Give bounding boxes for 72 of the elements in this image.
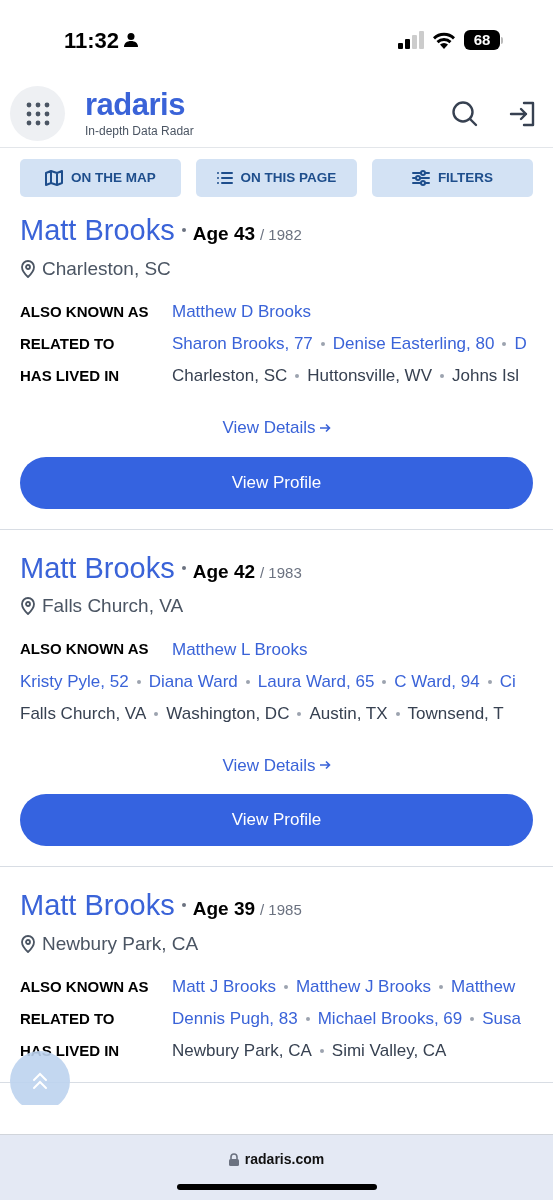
- birth-year: / 1983: [260, 562, 302, 583]
- toolbar-button[interactable]: FILTERS: [372, 159, 533, 197]
- link[interactable]: Michael Brooks, 69: [317, 1008, 463, 1030]
- field-value: Washington, DC: [166, 702, 290, 725]
- link[interactable]: Matthew L Brooks: [172, 638, 308, 661]
- person-name[interactable]: Matt Brooks: [20, 887, 175, 923]
- signal-icon: [398, 31, 424, 49]
- map-icon: [45, 170, 64, 186]
- sign-in-icon[interactable]: [509, 99, 537, 128]
- link[interactable]: Susa: [482, 1008, 522, 1030]
- wifi-icon: [432, 31, 456, 49]
- location-pin-icon: [20, 597, 36, 616]
- person-location: Falls Church, VA: [42, 594, 184, 618]
- url-text: radaris.com: [244, 1150, 325, 1169]
- link[interactable]: Dennis Pugh, 83: [172, 1008, 298, 1030]
- logo-tagline: In-depth Data Radar: [85, 122, 194, 139]
- lock-icon: [228, 1153, 239, 1166]
- link[interactable]: C Ward, 94: [394, 670, 480, 693]
- link[interactable]: Kristy Pyle, 52: [20, 670, 129, 693]
- link[interactable]: Matthew: [451, 976, 516, 998]
- person-location: Newbury Park, CA: [42, 931, 199, 956]
- sliders-icon: [411, 170, 430, 186]
- field-value: Falls Church, VA: [20, 702, 147, 725]
- grid-dots-icon: [25, 101, 50, 126]
- field-label: ALSO KNOWN AS: [20, 639, 150, 660]
- field-value: Newbury Park, CA: [172, 1040, 312, 1062]
- person-name[interactable]: Matt Brooks: [20, 549, 175, 586]
- link[interactable]: D: [514, 333, 527, 355]
- field-value: Johns Isl: [452, 365, 520, 387]
- search-icon[interactable]: [451, 99, 479, 128]
- field-value: Huttonsville, WV: [307, 365, 432, 387]
- arrow-right-icon: [319, 422, 331, 433]
- link[interactable]: Matthew D Brooks: [172, 301, 311, 323]
- battery-level: 68: [464, 30, 500, 50]
- person-age: Age 39: [192, 897, 256, 921]
- person-location: Charleston, SC: [42, 256, 171, 281]
- toolbar-button[interactable]: ON THIS PAGE: [196, 159, 357, 197]
- logo-text[interactable]: radaris: [85, 88, 194, 121]
- link[interactable]: Matt J Brooks: [172, 976, 276, 998]
- view-profile-button[interactable]: View Profile: [20, 456, 533, 509]
- field-value: Austin, TX: [309, 702, 388, 725]
- link[interactable]: Matthew J Brooks: [295, 976, 432, 998]
- view-profile-button[interactable]: View Profile: [20, 794, 533, 846]
- field-label: ALSO KNOWN AS: [20, 976, 150, 997]
- birth-year: / 1985: [260, 900, 302, 920]
- arrow-right-icon: [319, 760, 331, 771]
- link[interactable]: Denise Easterling, 80: [332, 333, 495, 355]
- location-pin-icon: [20, 259, 36, 278]
- field-label: ALSO KNOWN AS: [20, 301, 150, 322]
- person-name[interactable]: Matt Brooks: [20, 212, 175, 248]
- toolbar-button[interactable]: ON THE MAP: [20, 159, 181, 197]
- person-age: Age 43: [192, 222, 256, 246]
- field-label: RELATED TO: [20, 1008, 116, 1029]
- field-value: Charleston, SC: [172, 365, 288, 387]
- link[interactable]: Laura Ward, 65: [257, 670, 375, 693]
- view-details-link[interactable]: View Details: [222, 752, 331, 778]
- field-value: Simi Valley, CA: [331, 1040, 447, 1062]
- link[interactable]: Ci: [499, 670, 516, 693]
- location-pin-icon: [20, 934, 36, 953]
- birth-year: / 1982: [260, 225, 302, 245]
- field-label: RELATED TO: [20, 333, 116, 354]
- status-time: 11:32: [64, 26, 120, 55]
- field-value: Townsend, T: [407, 702, 504, 725]
- person-icon: [123, 32, 140, 48]
- field-label: HAS LIVED IN: [20, 365, 121, 386]
- double-chevron-up-icon: [32, 1070, 48, 1092]
- field-label: HAS LIVED IN: [20, 1040, 121, 1061]
- link[interactable]: Diana Ward: [148, 670, 238, 693]
- view-details-link[interactable]: View Details: [222, 415, 331, 441]
- person-age: Age 42: [192, 559, 256, 584]
- link[interactable]: Sharon Brooks, 77: [172, 333, 313, 355]
- list-icon: [216, 171, 233, 185]
